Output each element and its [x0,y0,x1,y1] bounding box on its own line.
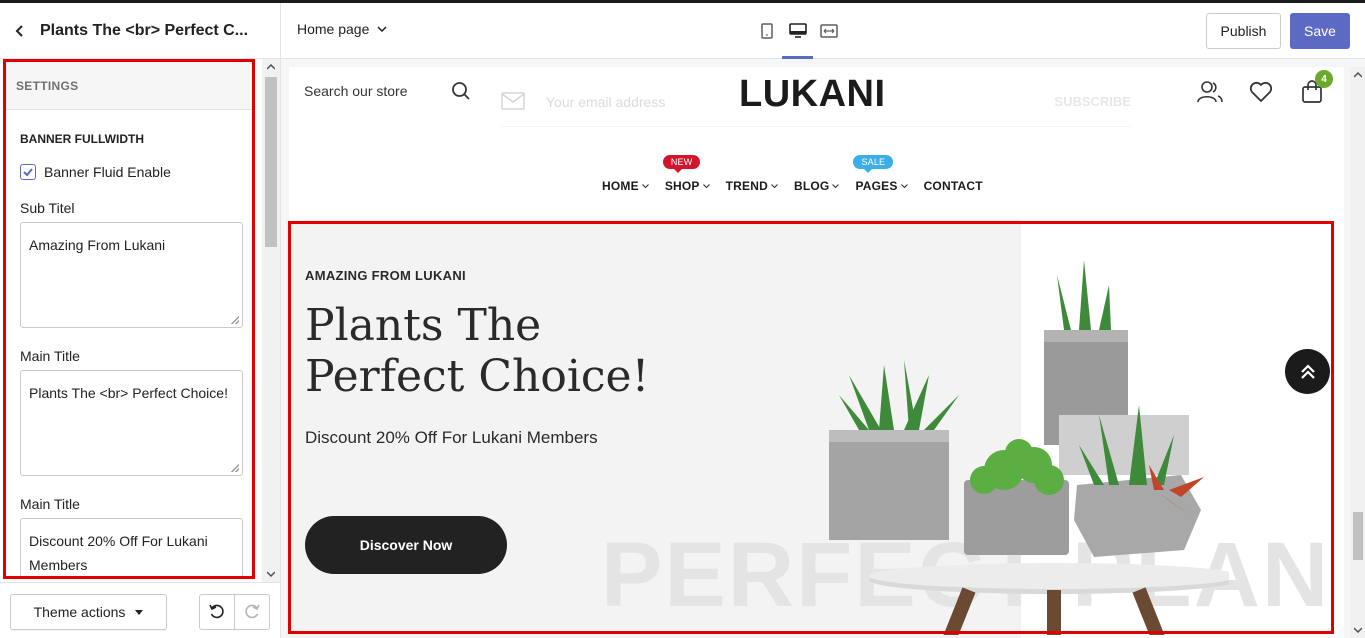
caret-down-icon [135,609,144,615]
nav-item-trend[interactable]: TREND [726,179,778,193]
discount-textarea-value: Discount 20% Off For Lukani Members [29,533,208,573]
double-chevron-up-icon [1300,363,1315,379]
wishlist-heart-icon[interactable] [1248,79,1274,105]
settings-panel: SETTINGS BANNER FULLWIDTH Banner Fluid E… [0,59,281,582]
nav-item-label: HOME [602,179,639,193]
checkbox[interactable] [20,164,36,180]
nav-item-blog[interactable]: BLOG [793,179,840,193]
nav-item-label: BLOG [793,179,830,193]
editor-toolbar: Home page Publish Save [281,3,1365,59]
cart-icon[interactable]: 4 [1299,70,1333,105]
hero-banner: PERFECT PLAN AMAZING FROM LUKANI Plants … [289,220,1344,638]
header-icons: 4 [1197,70,1333,105]
section-title: Plants The <br> Perfect C... [40,21,249,39]
chevron-down-icon [771,183,778,188]
banner-title-line-2: Perfect Choice! [305,351,650,402]
banner-fluid-toggle[interactable]: Banner Fluid Enable [20,164,252,180]
banner-title-line-1: Plants The [305,300,542,351]
banner-group-heading: BANNER FULLWIDTH [20,132,144,146]
banner-title: Plants The Perfect Choice! [305,300,745,402]
desktop-icon [788,23,807,38]
store-preview: Search our store Your email address SUBS… [281,59,1365,638]
resize-grip-icon[interactable] [231,464,239,472]
main-title-textarea[interactable]: Plants The <br> Perfect Choice! [20,370,243,476]
nav-item-label: PAGES [855,179,898,193]
theme-actions-label: Theme actions [33,604,126,620]
settings-highlight-box: SETTINGS BANNER FULLWIDTH Banner Fluid E… [3,59,255,579]
redo-button[interactable] [235,595,269,629]
nav-item-contact[interactable]: CONTACT [924,179,983,193]
sale-badge: SALE [853,155,894,173]
scroll-down-icon[interactable] [1350,622,1365,638]
subtitle-textarea[interactable]: Amazing From Lukani [20,222,243,328]
field-label-main-title-2: Main Title [20,496,80,512]
scroll-thumb[interactable] [1353,512,1363,560]
chevron-down-icon [702,183,710,188]
cart-count-badge: 4 [1315,70,1333,88]
resize-grip-icon[interactable] [231,316,239,324]
envelope-icon [501,92,525,110]
field-label-subtitle: Sub Titel [20,200,75,216]
scroll-thumb[interactable] [265,77,277,247]
checkbox-label: Banner Fluid Enable [44,164,171,180]
nav-item-label: TREND [725,179,768,193]
account-icon[interactable] [1197,79,1223,105]
page-selector-label: Home page [297,21,370,37]
scroll-down-icon[interactable] [262,566,280,582]
undo-button[interactable] [200,595,235,629]
chevron-down-icon [832,183,840,188]
redo-icon [245,604,260,619]
preview-scrollbar[interactable] [1350,67,1365,638]
search-icon[interactable] [451,81,471,106]
section-header: Plants The <br> Perfect C... [0,3,281,59]
main-nav: HOME NEW SHOP TREND BLOG SALE PAGES CONT… [602,155,999,193]
store-logo[interactable]: LUKANI [739,73,886,116]
nav-item-label: SHOP [664,179,700,193]
device-switcher [751,3,844,59]
nav-item-pages[interactable]: SALE PAGES [853,155,908,193]
chevron-down-icon [377,26,387,32]
desktop-view-button[interactable] [782,3,813,59]
banner-subtitle: AMAZING FROM LUKANI [305,268,466,283]
nav-item-home[interactable]: HOME [602,179,649,193]
nav-item-label: CONTACT [923,179,983,193]
checkmark-icon [23,168,33,177]
store-search-input[interactable]: Search our store [304,83,408,99]
potted-plants-image [829,260,1229,635]
discount-textarea[interactable]: Discount 20% Off For Lukani Members [20,518,243,576]
panel-scrollbar[interactable] [262,59,280,582]
chevron-down-icon [900,183,908,188]
scroll-up-icon[interactable] [1350,67,1365,83]
panel-footer: Theme actions [0,582,281,638]
chevron-down-icon [641,183,649,188]
subscribe-button[interactable]: SUBSCRIBE [1054,94,1131,109]
page-selector[interactable]: Home page [297,21,387,37]
save-button[interactable]: Save [1290,13,1350,49]
subtitle-textarea-value: Amazing From Lukani [29,237,166,253]
storefront: Search our store Your email address SUBS… [289,67,1344,638]
main-title-textarea-value: Plants The <br> Perfect Choice! [29,385,228,401]
new-badge: NEW [662,155,701,173]
undo-redo-group [199,594,270,630]
newsletter-email-input[interactable]: Your email address [546,94,665,110]
settings-heading: SETTINGS [6,62,252,110]
mobile-view-button[interactable] [751,3,782,59]
nav-item-shop[interactable]: NEW SHOP [662,155,710,193]
field-label-main-title: Main Title [20,348,80,364]
theme-actions-button[interactable]: Theme actions [10,594,167,630]
scroll-to-top-button[interactable] [1285,349,1330,394]
expand-width-icon [819,24,838,38]
scroll-up-icon[interactable] [262,59,280,75]
publish-button[interactable]: Publish [1206,13,1281,49]
discover-now-button[interactable]: Discover Now [305,516,507,574]
undo-icon [209,604,224,619]
fullscreen-view-button[interactable] [813,3,844,59]
banner-discount-text: Discount 20% Off For Lukani Members [305,428,598,447]
back-arrow-icon[interactable] [10,21,30,41]
mobile-icon [760,23,773,39]
